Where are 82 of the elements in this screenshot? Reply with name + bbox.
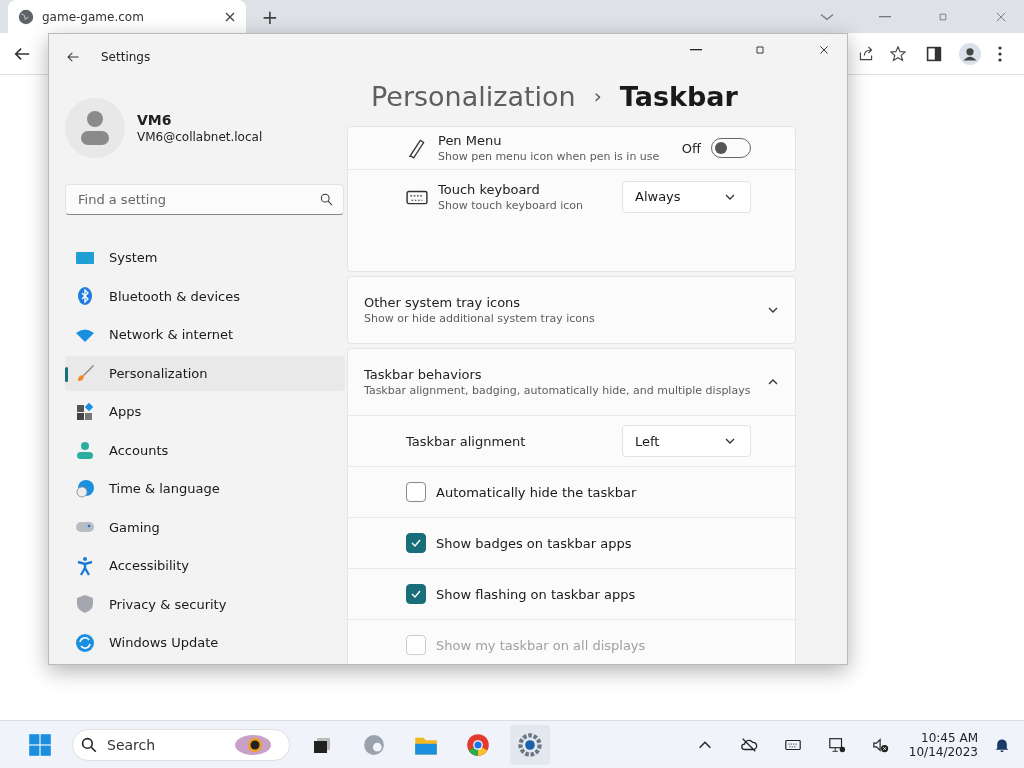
setting-title: Pen Menu (438, 133, 503, 148)
nav-item[interactable]: Personalization (65, 356, 345, 391)
dropdown[interactable]: Left (622, 425, 751, 457)
setting-title: Touch keyboard (438, 181, 541, 197)
shield-icon (75, 594, 95, 615)
side-panel-icon (926, 45, 942, 62)
person-silhouette-icon (80, 109, 110, 146)
search-icon (81, 736, 97, 753)
browser-tab[interactable]: game-game.com (8, 0, 246, 33)
setting-description: Show touch keyboard icon (438, 198, 585, 212)
new-tab-button[interactable]: + (258, 0, 282, 33)
checkbox-label: Show badges on taskbar apps (436, 535, 632, 551)
taskbar-search-input[interactable]: Search (105, 735, 225, 754)
clock-time: 10:45 AM (921, 730, 978, 745)
section-title: Taskbar behaviors (364, 367, 483, 382)
checkmark-icon (410, 537, 422, 549)
brush-icon (75, 363, 95, 384)
page-title: Taskbar (619, 80, 738, 112)
checkbox-label: Show my taskbar on all displays (436, 637, 646, 653)
window-title: Settings (101, 50, 151, 64)
breadcrumb-separator: › (593, 84, 602, 108)
windows-logo-icon (28, 732, 52, 757)
checkbox[interactable] (406, 533, 426, 553)
person-icon (75, 440, 95, 461)
nav-item[interactable]: Apps (65, 394, 345, 430)
breadcrumb-parent[interactable]: Personalization (371, 80, 576, 112)
globe-clock-icon (75, 478, 95, 499)
search-icon (320, 192, 333, 206)
checkbox[interactable] (406, 584, 426, 604)
dropdown[interactable]: Always (622, 180, 751, 213)
apps-icon (75, 401, 95, 422)
close-icon (818, 44, 830, 56)
nav-item[interactable]: System (65, 240, 345, 276)
expander-header[interactable]: Other system tray icons Show or hide additional system tray icons (348, 277, 795, 343)
section-description: Show or hide additional system tray icons (364, 312, 596, 325)
settings-icon (518, 732, 542, 757)
share-icon (858, 45, 874, 62)
back-arrow-icon (66, 50, 80, 64)
network-monitor-icon (827, 735, 846, 754)
nav-item[interactable]: Bluetooth & devices (65, 279, 345, 314)
accessibility-icon (75, 555, 95, 576)
tab-title: game-game.com (42, 9, 145, 24)
maximize-icon (754, 44, 766, 56)
expander-header[interactable]: Taskbar behaviors Taskbar alignment, badging, automatically hide, and multiple displays (348, 349, 795, 415)
bell-icon (994, 736, 1010, 753)
star-icon (890, 45, 906, 62)
taskbar-search-box[interactable]: Search (72, 728, 290, 761)
eclipse-icon (233, 732, 273, 757)
chrome-icon (466, 732, 490, 757)
settings-button[interactable] (510, 724, 550, 765)
checkmark-icon (410, 588, 422, 600)
more-icon (998, 45, 1002, 62)
section-title: Other system tray icons (364, 295, 522, 310)
update-icon (75, 632, 95, 653)
nav-item[interactable]: Gaming (65, 510, 345, 545)
section-description: Taskbar alignment, badging, automatically hide, and multiple displays (364, 384, 752, 397)
toggle-state: Off (681, 140, 701, 156)
nav-item[interactable]: Windows Update (65, 625, 345, 661)
setting-description: Show pen menu icon when pen is in use (438, 150, 661, 163)
nav-item[interactable]: Accessibility (65, 548, 345, 584)
checkbox-label: Automatically hide the taskbar (436, 484, 637, 500)
clock-date: 10/14/2023 (908, 744, 978, 759)
speaker-muted-icon (871, 735, 890, 754)
chevron-down-icon (820, 12, 834, 21)
close-icon (224, 10, 236, 23)
bluetooth-icon (75, 286, 95, 307)
nav-item[interactable]: Accounts (65, 433, 345, 468)
checkbox[interactable] (406, 482, 426, 502)
minimize-icon (879, 15, 891, 18)
settings-filter-input[interactable]: Find a setting (76, 190, 320, 208)
user-name: VM6 (137, 111, 173, 128)
nav-item[interactable]: Network & internet (65, 317, 345, 353)
user-email: VM6@collabnet.local (137, 129, 263, 144)
nav-item[interactable]: Privacy & security (65, 587, 345, 622)
selection-indicator (65, 367, 68, 383)
setting-label: Taskbar alignment (406, 433, 527, 449)
minimize-icon (690, 49, 702, 51)
settings-filter-box[interactable]: Find a setting (65, 183, 344, 215)
nav-item[interactable]: Time & language (65, 471, 345, 507)
avatar-icon (959, 42, 981, 65)
checkbox-label: Show flashing on taskbar apps (436, 586, 636, 602)
globe-icon (18, 8, 34, 25)
